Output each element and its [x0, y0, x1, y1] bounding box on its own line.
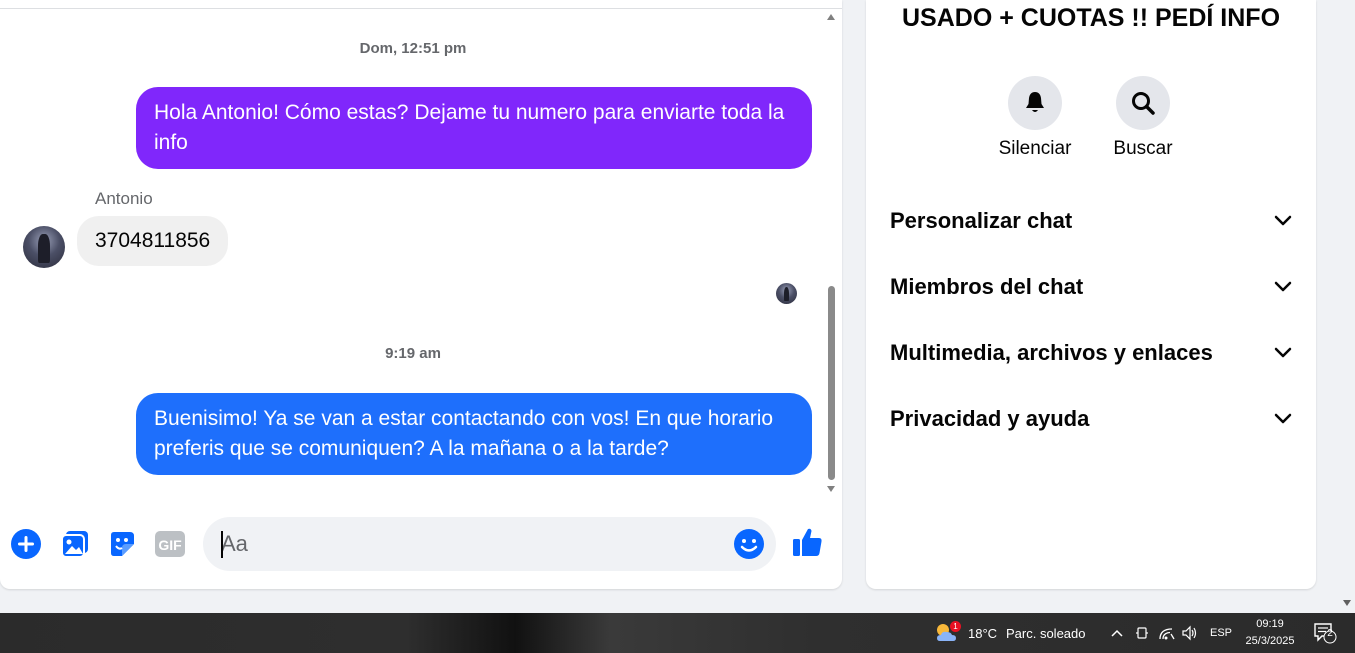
scroll-thumb[interactable] — [828, 286, 835, 480]
message-input[interactable] — [203, 517, 776, 571]
photo-icon[interactable] — [58, 527, 92, 561]
outgoing-message[interactable]: Buenisimo! Ya se van a estar contactando… — [136, 393, 812, 475]
text-caret — [221, 531, 223, 558]
avatar[interactable] — [23, 226, 65, 268]
section-media-files-links[interactable]: Multimedia, archivos y enlaces — [890, 333, 1292, 373]
scroll-down-arrow[interactable] — [827, 486, 835, 492]
weather-badge: 1 — [950, 621, 961, 632]
chat-header-edge — [0, 0, 842, 9]
scroll-up-arrow[interactable] — [827, 14, 835, 20]
chevron-down-icon — [1274, 215, 1292, 226]
incoming-message[interactable]: 3704811856 — [77, 216, 229, 266]
clock[interactable]: 09:19 25/3/2025 — [1236, 616, 1304, 650]
weather-icon[interactable] — [934, 613, 958, 653]
sticker-icon[interactable] — [105, 527, 139, 561]
bell-icon[interactable] — [1008, 76, 1062, 130]
sender-name: Antonio — [95, 189, 153, 208]
message-list[interactable]: Dom, 12:51 pm Hola Antonio! Cómo estas? … — [0, 10, 822, 496]
clock-time: 09:19 — [1256, 618, 1284, 630]
section-customize-chat[interactable]: Personalizar chat — [890, 201, 1292, 241]
clock-date: 25/3/2025 — [1245, 635, 1295, 647]
notifications-count: 2 — [1327, 627, 1333, 639]
section-label: Multimedia, archivos y enlaces — [890, 340, 1213, 365]
read-receipt-avatar — [776, 283, 797, 304]
chevron-down-icon — [1274, 413, 1292, 424]
volume-icon[interactable] — [1181, 613, 1199, 653]
chat-title: USADO + CUOTAS !! PEDÍ INFO — [901, 4, 1281, 32]
network-icon[interactable] — [1158, 613, 1176, 653]
taskbar: 1 18°C Parc. soleado ESP 09:19 25/3/2025… — [0, 613, 1355, 653]
section-chat-members[interactable]: Miembros del chat — [890, 267, 1292, 307]
message-timestamp: Dom, 12:51 pm — [359, 40, 467, 57]
search-label: Buscar — [1113, 138, 1173, 159]
search-button[interactable]: Buscar — [1103, 76, 1183, 160]
page-scroll-down-arrow[interactable] — [1343, 600, 1351, 606]
scrollbar[interactable] — [824, 10, 838, 496]
device-icon[interactable] — [1135, 613, 1149, 653]
chevron-down-icon — [1274, 281, 1292, 292]
emoji-icon[interactable] — [733, 528, 765, 560]
chat-info-panel: USADO + CUOTAS !! PEDÍ INFO Silenciar Bu… — [866, 0, 1316, 589]
section-label: Personalizar chat — [890, 208, 1073, 233]
mute-button[interactable]: Silenciar — [995, 76, 1075, 160]
weather-text[interactable]: Parc. soleado — [1006, 613, 1086, 653]
gif-icon[interactable]: GIF — [153, 527, 187, 561]
plus-icon[interactable] — [9, 527, 43, 561]
message-timestamp: 9:19 am — [385, 345, 441, 362]
chat-panel: Dom, 12:51 pm Hola Antonio! Cómo estas? … — [0, 0, 842, 589]
like-icon[interactable] — [790, 525, 824, 559]
chevron-down-icon — [1274, 347, 1292, 358]
section-label: Miembros del chat — [890, 274, 1084, 299]
language-indicator[interactable]: ESP — [1210, 613, 1232, 653]
mute-label: Silenciar — [998, 138, 1072, 159]
search-icon[interactable] — [1116, 76, 1170, 130]
outgoing-message[interactable]: Hola Antonio! Cómo estas? Dejame tu nume… — [136, 87, 812, 169]
section-privacy-help[interactable]: Privacidad y ayuda — [890, 399, 1292, 439]
section-label: Privacidad y ayuda — [890, 406, 1090, 431]
weather-temp[interactable]: 18°C — [968, 613, 997, 653]
gif-label: GIF — [158, 537, 182, 553]
chevron-up-icon[interactable] — [1110, 613, 1124, 653]
